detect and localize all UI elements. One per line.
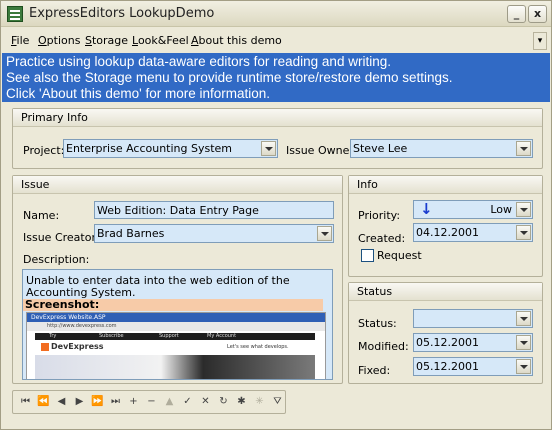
- created-date-edit[interactable]: 04.12.2001: [413, 223, 533, 242]
- banner-line-2: See also the Storage menu to provide run…: [6, 70, 453, 85]
- issue-owner-lookup[interactable]: Steve Lee: [350, 139, 533, 158]
- shot-nav-item: Support: [159, 333, 179, 339]
- nav-post-button[interactable]: ✓: [179, 394, 196, 410]
- priority-value: Low: [490, 203, 512, 216]
- status-label: Status:: [358, 317, 397, 330]
- issue-group: Issue Name: Web Edition: Data Entry Page…: [12, 175, 343, 384]
- issue-owner-value: Steve Lee: [353, 142, 408, 155]
- modified-date-edit[interactable]: 05.12.2001: [413, 333, 533, 352]
- shot-tagline: Let's see what develops.: [227, 344, 289, 350]
- nav-prev-button[interactable]: ◀: [53, 394, 70, 410]
- fixed-date-edit[interactable]: 05.12.2001: [413, 357, 533, 376]
- project-label: Project:: [23, 144, 65, 157]
- project-dropdown-arrow-icon[interactable]: [261, 141, 276, 156]
- status-header: Status: [349, 283, 542, 301]
- embedded-screenshot: DevExpress Website.ASP http://www.devexp…: [26, 312, 326, 379]
- modified-value: 05.12.2001: [416, 336, 479, 349]
- issue-name-label: Name:: [23, 209, 60, 222]
- shot-hero-banner: [35, 355, 315, 379]
- created-calendar-dropdown-icon[interactable]: [516, 225, 531, 240]
- nav-first-button[interactable]: ⏮: [17, 394, 34, 410]
- shot-address-bar: http://www.devexpress.com: [27, 322, 325, 331]
- shot-nav-item: My Account: [207, 333, 237, 339]
- issue-name-input[interactable]: Web Edition: Data Entry Page: [94, 201, 334, 219]
- fixed-label: Fixed:: [358, 364, 391, 377]
- project-value: Enterprise Accounting System: [66, 142, 233, 155]
- description-memo[interactable]: Unable to enter data into the web editio…: [22, 269, 333, 380]
- minimize-button[interactable]: _: [507, 5, 526, 23]
- fixed-calendar-dropdown-icon[interactable]: [516, 359, 531, 374]
- menu-storage[interactable]: Storage: [85, 34, 128, 47]
- modified-calendar-dropdown-icon[interactable]: [516, 335, 531, 350]
- issue-name-value: Web Edition: Data Entry Page: [97, 204, 259, 217]
- menu-bar: File Options Storage Look&Feel About thi…: [1, 30, 551, 52]
- issue-header: Issue: [13, 176, 342, 194]
- info-banner: Practice using lookup data-aware editors…: [2, 53, 550, 102]
- info-group: Info Priority: ↓ Low Created: 04.12.2001…: [348, 175, 543, 277]
- request-checkbox[interactable]: [361, 249, 374, 262]
- banner-line-1: Practice using lookup data-aware editors…: [6, 54, 391, 69]
- close-button[interactable]: x: [528, 5, 547, 23]
- project-lookup[interactable]: Enterprise Accounting System: [63, 139, 278, 158]
- nav-cancel-button[interactable]: ✕: [197, 394, 214, 410]
- request-label: Request: [377, 249, 422, 262]
- menu-options[interactable]: Options: [38, 34, 80, 47]
- nav-filter-button[interactable]: ⛛: [269, 394, 286, 410]
- priority-dropdown-arrow-icon[interactable]: [516, 202, 531, 217]
- banner-line-3: Click 'About this demo' for more informa…: [6, 86, 271, 101]
- app-grid-icon: [7, 6, 23, 22]
- issue-creator-label: Issue Creator:: [23, 231, 100, 244]
- status-lookup[interactable]: [413, 309, 533, 328]
- shot-logo-text: DevExpress: [51, 342, 104, 351]
- fixed-value: 05.12.2001: [416, 360, 479, 373]
- primary-info-group: Primary Info Project: Enterprise Account…: [12, 108, 543, 169]
- issue-creator-dropdown-arrow-icon[interactable]: [317, 226, 332, 241]
- menu-overflow-chevron-icon[interactable]: ▾: [533, 32, 547, 50]
- nav-last-button[interactable]: ⏭: [107, 394, 124, 410]
- nav-goto-bookmark-button[interactable]: ✳: [251, 394, 268, 410]
- window-title: ExpressEditors LookupDemo: [29, 6, 215, 21]
- issue-owner-label: Issue Owner:: [286, 144, 358, 157]
- issue-creator-value: Brad Barnes: [97, 227, 165, 240]
- nav-insert-button[interactable]: +: [125, 394, 142, 410]
- status-dropdown-arrow-icon[interactable]: [516, 311, 531, 326]
- menu-about[interactable]: About this demo: [191, 34, 282, 47]
- issue-owner-dropdown-arrow-icon[interactable]: [516, 141, 531, 156]
- description-label: Description:: [23, 253, 90, 266]
- title-bar[interactable]: ExpressEditors LookupDemo _ x: [1, 1, 551, 27]
- modified-label: Modified:: [358, 340, 409, 353]
- description-text: Unable to enter data into the web editio…: [26, 274, 290, 299]
- info-header: Info: [349, 176, 542, 194]
- shot-nav-strip: Try Subscribe Support My Account: [35, 333, 315, 340]
- screenshot-heading: Screenshot:: [23, 299, 323, 311]
- menu-look-feel[interactable]: Look&Feel: [132, 34, 189, 47]
- shot-nav-item: Subscribe: [99, 333, 124, 339]
- issue-creator-lookup[interactable]: Brad Barnes: [94, 224, 334, 243]
- nav-delete-button[interactable]: −: [143, 394, 160, 410]
- nav-next-page-button[interactable]: ⏩: [89, 394, 106, 410]
- shot-titlebar: DevExpress Website.ASP: [27, 313, 325, 322]
- status-group: Status Status: Modified: 05.12.2001 Fixe…: [348, 282, 543, 384]
- nav-prev-page-button[interactable]: ⏪: [35, 394, 52, 410]
- nav-bookmark-button[interactable]: ✱: [233, 394, 250, 410]
- priority-label: Priority:: [358, 209, 401, 222]
- created-value: 04.12.2001: [416, 226, 479, 239]
- menu-file[interactable]: File: [11, 34, 29, 47]
- nav-refresh-button[interactable]: ↻: [215, 394, 232, 410]
- data-navigator: ⏮ ⏪ ◀ ▶ ⏩ ⏭ + − ▲ ✓ ✕ ↻ ✱ ✳ ⛛: [12, 390, 286, 414]
- nav-edit-button[interactable]: ▲: [161, 394, 178, 410]
- priority-lookup[interactable]: ↓ Low: [413, 200, 533, 219]
- shot-nav-item: Try: [49, 333, 57, 339]
- primary-info-header: Primary Info: [13, 109, 542, 127]
- nav-next-button[interactable]: ▶: [71, 394, 88, 410]
- devexpress-logo-icon: [41, 343, 49, 351]
- priority-low-arrow-icon: ↓: [420, 200, 433, 218]
- app-window: ExpressEditors LookupDemo _ x File Optio…: [0, 0, 552, 430]
- created-label: Created:: [358, 232, 406, 245]
